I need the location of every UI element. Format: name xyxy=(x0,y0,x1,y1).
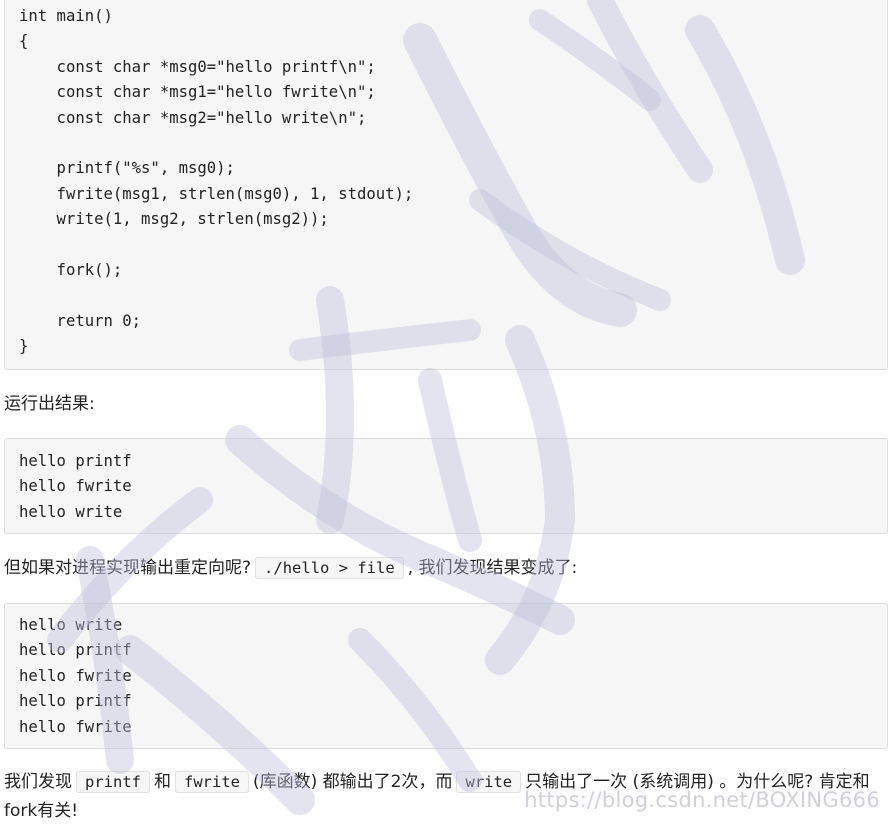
code-line: write(1, msg2, strlen(msg2)); xyxy=(19,210,329,229)
paragraph-text: 和 xyxy=(154,772,171,792)
inline-code: write xyxy=(456,771,522,793)
code-line: int main() xyxy=(19,7,113,25)
code-line: hello write xyxy=(19,502,123,521)
paragraph-redirect: 但如果对进程实现输出重定向呢? ./hello > file, 我们发现结果变成了… xyxy=(4,554,886,583)
paragraph-text: 运行出结果: xyxy=(4,394,95,414)
paragraph-text: 我们发现 xyxy=(4,772,72,792)
code-line: hello write xyxy=(19,616,123,634)
paragraph-text: 但如果对进程实现输出重定向呢? xyxy=(4,558,252,578)
code-line: fork(); xyxy=(19,260,123,279)
code-block-main: int main() { const char *msg0="hello pri… xyxy=(4,0,888,370)
paragraph-final: 我们发现 printf 和 fwrite (库函数) 都输出了2次，而 write 只输出了… xyxy=(4,768,886,826)
inline-code: fwrite xyxy=(175,771,249,793)
code-line: { xyxy=(19,32,29,51)
code-line: return 0; xyxy=(19,311,142,330)
code-line: hello fwrite xyxy=(19,477,132,496)
code-line: hello printf xyxy=(19,641,132,660)
paragraph-result: 运行出结果: xyxy=(4,390,886,419)
code-line: hello printf xyxy=(19,692,132,711)
code-line: const char *msg0="hello printf\n"; xyxy=(19,57,376,76)
code-line: } xyxy=(19,337,29,356)
code-line: hello printf xyxy=(19,452,132,470)
code-line: hello fwrite xyxy=(19,717,132,736)
inline-code: ./hello > file xyxy=(255,557,404,579)
paragraph-text: (库函数) 都输出了2次，而 xyxy=(253,772,453,792)
code-line: const char *msg1="hello fwrite\n"; xyxy=(19,83,376,102)
code-line: printf("%s", msg0); xyxy=(19,159,235,178)
inline-code: printf xyxy=(76,771,150,793)
code-block-output-2: hello write hello printf hello fwrite he… xyxy=(4,603,888,749)
code-block-output-1: hello printf hello fwrite hello write xyxy=(4,438,888,534)
code-line: hello fwrite xyxy=(19,666,132,685)
code-line: const char *msg2="hello write\n"; xyxy=(19,108,367,127)
paragraph-text: , 我们发现结果变成了: xyxy=(407,558,578,578)
code-line: fwrite(msg1, strlen(msg0), 1, stdout); xyxy=(19,184,414,203)
